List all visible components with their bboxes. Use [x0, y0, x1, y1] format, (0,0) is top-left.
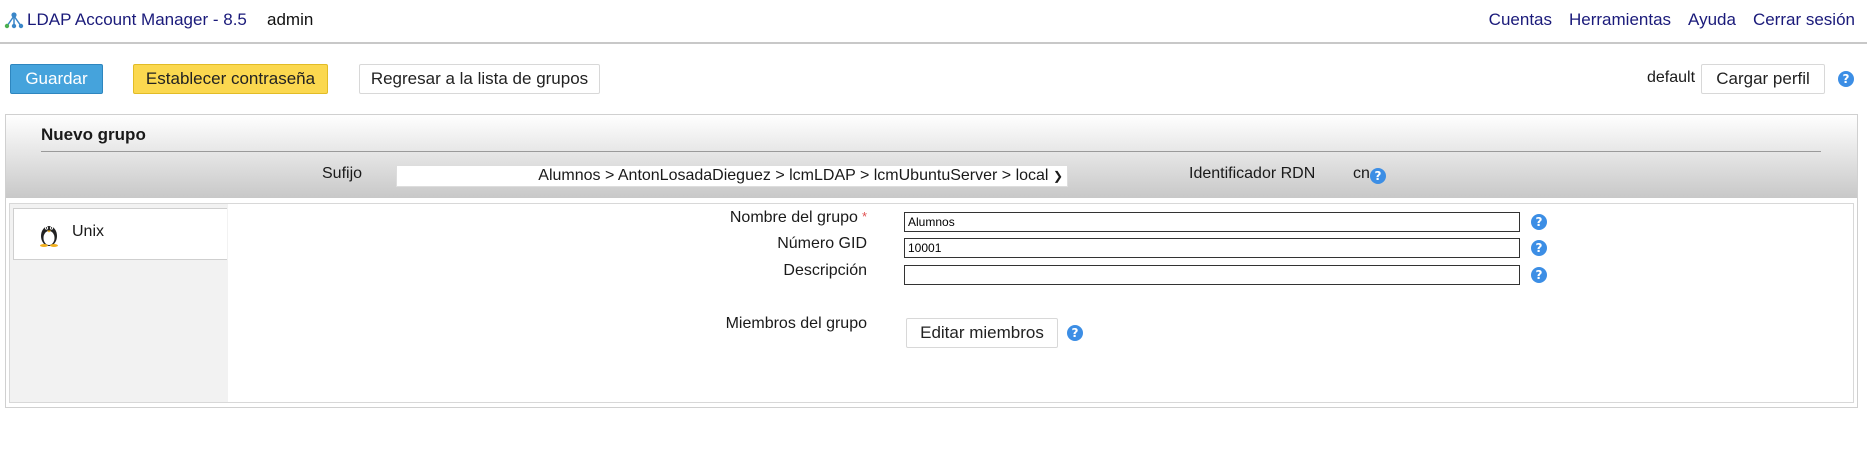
group-name-label-text: Nombre del grupo [729, 209, 858, 226]
group-name-input[interactable] [904, 212, 1520, 232]
back-to-group-list-button[interactable]: Regresar a la lista de grupos [359, 64, 600, 94]
members-help-icon[interactable]: ? [1067, 325, 1083, 341]
required-marker: * [861, 209, 867, 224]
suffix-select[interactable]: Alumnos > AntonLosadaDieguez > lcmLDAP >… [396, 165, 1068, 187]
group-panel: Nuevo grupo Sufijo Alumnos > AntonLosada… [5, 114, 1858, 408]
top-nav: Cuentas Herramientas Ayuda Cerrar sesión [1489, 10, 1855, 30]
gid-help-icon[interactable]: ? [1531, 240, 1547, 256]
group-name-label: Nombre del grupo * [567, 209, 867, 227]
load-profile-button[interactable]: Cargar perfil [1701, 64, 1825, 94]
description-label: Descripción [783, 262, 867, 279]
current-user: admin [267, 10, 314, 29]
rdn-label: Identificador RDN [1189, 165, 1316, 182]
save-button[interactable]: Guardar [10, 64, 103, 94]
rdn-value: cn [1353, 165, 1370, 182]
set-password-button[interactable]: Establecer contraseña [133, 64, 328, 94]
panel-title: Nuevo grupo [41, 125, 146, 144]
panel-header: Nuevo grupo Sufijo Alumnos > AntonLosada… [6, 115, 1857, 198]
help-icon[interactable]: ? [1838, 71, 1854, 87]
chevron-down-icon: ❯ [1052, 169, 1063, 183]
header-divider [41, 151, 1821, 152]
group-name-help-icon[interactable]: ? [1531, 214, 1547, 230]
nav-logout-link[interactable]: Cerrar sesión [1753, 10, 1855, 30]
group-form-area: Unix [9, 203, 1854, 403]
nav-accounts-link[interactable]: Cuentas [1489, 10, 1552, 30]
edit-members-button[interactable]: Editar miembros [906, 318, 1058, 348]
profile-name: default [1647, 69, 1696, 86]
nav-help-link[interactable]: Ayuda [1688, 10, 1736, 30]
nav-tools-link[interactable]: Herramientas [1569, 10, 1671, 30]
members-label: Miembros del grupo [725, 315, 867, 332]
description-input[interactable] [904, 265, 1520, 285]
gid-input[interactable] [904, 238, 1520, 258]
tab-unix-label: Unix [72, 223, 105, 240]
description-help-icon[interactable]: ? [1531, 267, 1547, 283]
suffix-select-value: Alumnos > AntonLosadaDieguez > lcmLDAP >… [538, 167, 1049, 184]
penguin-icon [38, 221, 60, 252]
module-tabs: Unix [10, 204, 228, 402]
tab-unix[interactable]: Unix [13, 208, 227, 260]
app-title-link[interactable]: LDAP Account Manager - 8.5 [27, 10, 247, 30]
top-bar: LDAP Account Manager - 8.5 admin Cuentas… [0, 0, 1867, 44]
rdn-help-icon[interactable]: ? [1370, 168, 1386, 184]
gid-label: Número GID [777, 235, 867, 252]
suffix-label: Sufijo [322, 165, 363, 182]
lam-logo-icon[interactable] [4, 10, 24, 30]
